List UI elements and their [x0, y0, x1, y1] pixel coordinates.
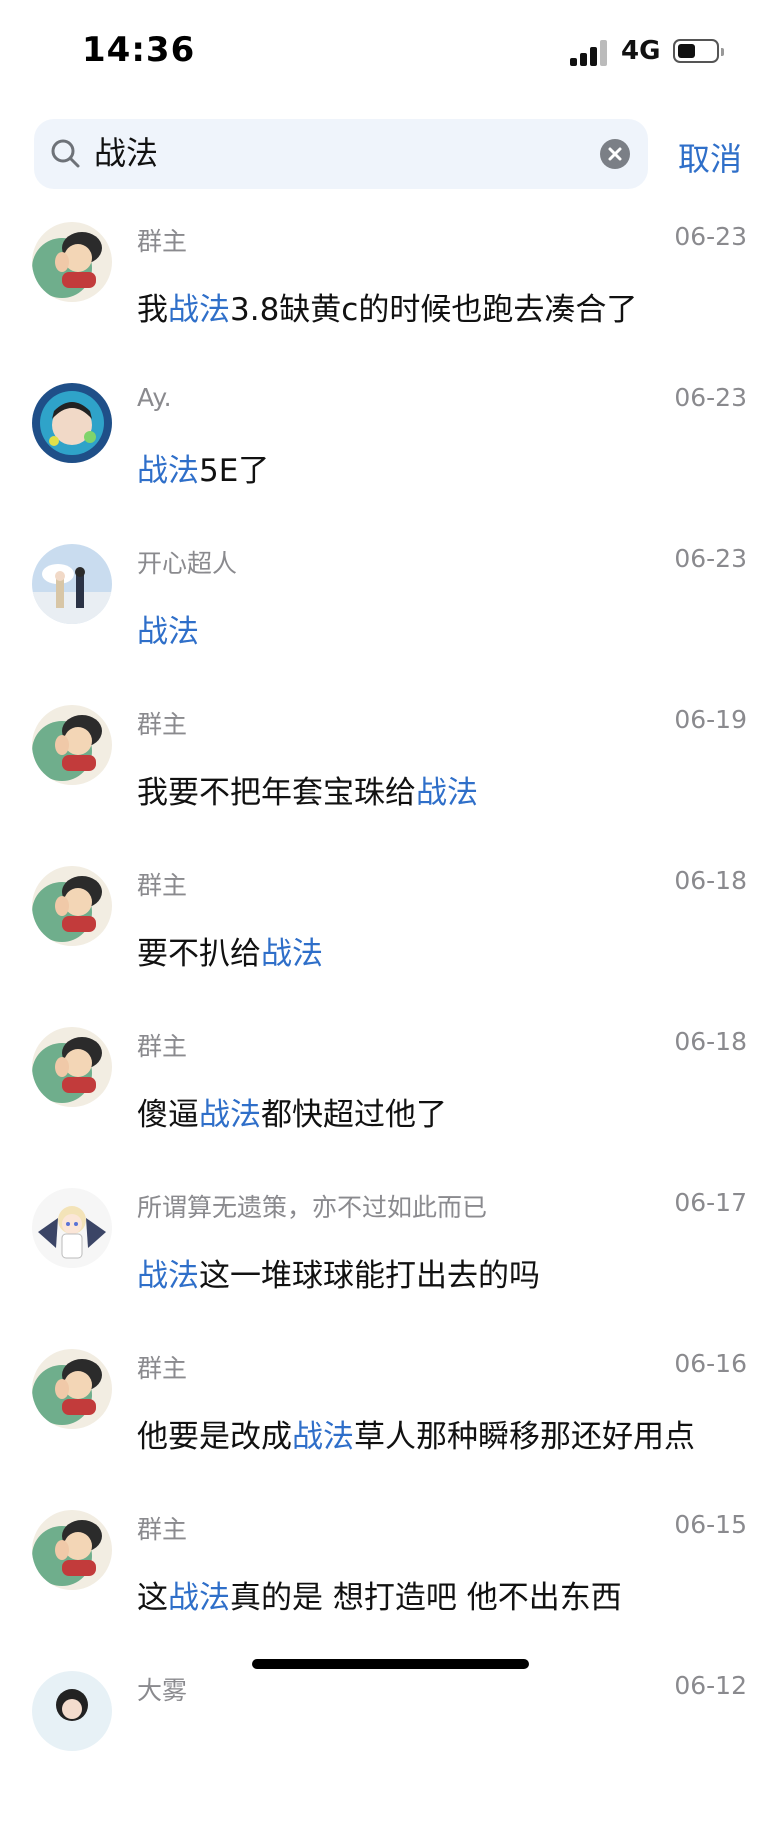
message-date: 06-15 [674, 1510, 747, 1539]
keyword-highlight: 战法 [292, 1419, 354, 1455]
message-text: 5E了 [199, 453, 270, 489]
message-preview: 我要不把年套宝珠给战法 [137, 767, 478, 812]
message-text: 我要不把年套宝珠给 [137, 775, 416, 811]
sender-name: 所谓算无遗策，亦不过如此而已 [137, 1193, 488, 1222]
keyword-highlight: 战法 [416, 775, 478, 811]
sender-name: Ay. [137, 383, 172, 412]
message-date: 06-23 [674, 383, 747, 412]
message-date: 06-19 [674, 705, 747, 734]
search-input[interactable]: 战法 [34, 119, 648, 189]
sender-name: 群主 [137, 710, 188, 739]
sender-name: 群主 [137, 871, 188, 900]
message-date: 06-16 [674, 1349, 747, 1378]
search-result-row[interactable]: 群主 06-18 要不扒给战法 [0, 866, 780, 1027]
battery-icon [673, 39, 724, 63]
keyword-highlight: 战法 [199, 1097, 261, 1133]
message-text: 他要是改成 [137, 1419, 292, 1455]
sender-name: 群主 [137, 227, 188, 256]
avatar[interactable] [32, 866, 112, 946]
avatar[interactable] [32, 1671, 112, 1751]
search-result-row[interactable]: 开心超人 06-23 战法 [0, 544, 780, 705]
search-result-row[interactable]: 大雾 06-12 [0, 1671, 780, 1832]
message-date: 06-23 [674, 222, 747, 251]
home-indicator[interactable] [252, 1659, 529, 1669]
message-text: 我 [137, 292, 168, 328]
message-preview: 战法这一堆球球能打出去的吗 [137, 1250, 540, 1295]
keyword-highlight: 战法 [137, 614, 199, 650]
avatar[interactable] [32, 1027, 112, 1107]
search-result-row[interactable]: 群主 06-15 这战法真的是 想打造吧 他不出东西 [0, 1510, 780, 1671]
avatar[interactable] [32, 1349, 112, 1429]
message-text: 这一堆球球能打出去的吗 [199, 1258, 540, 1294]
message-date: 06-18 [674, 866, 747, 895]
signal-icon [570, 40, 610, 66]
avatar[interactable] [32, 1510, 112, 1590]
sender-name: 大雾 [137, 1676, 188, 1705]
status-bar: 14:36 4G [0, 0, 780, 100]
avatar[interactable] [32, 1188, 112, 1268]
sender-name: 群主 [137, 1515, 188, 1544]
search-result-row[interactable]: 群主 06-23 我战法3.8缺黄c的时候也跑去凑合了 [0, 222, 780, 383]
message-text: 草人那种瞬移那还好用点 [354, 1419, 695, 1455]
keyword-highlight: 战法 [261, 936, 323, 972]
avatar[interactable] [32, 544, 112, 624]
message-date: 06-23 [674, 544, 747, 573]
sender-name: 开心超人 [137, 549, 238, 578]
keyword-highlight: 战法 [137, 1258, 199, 1294]
message-date: 06-12 [674, 1671, 747, 1700]
avatar[interactable] [32, 383, 112, 463]
message-preview: 要不扒给战法 [137, 928, 323, 973]
message-preview: 我战法3.8缺黄c的时候也跑去凑合了 [137, 284, 637, 329]
message-text: 3.8缺黄c的时候也跑去凑合了 [230, 292, 638, 328]
network-label: 4G [621, 36, 661, 66]
message-text: 都快超过他了 [261, 1097, 447, 1133]
search-result-row[interactable]: 群主 06-18 傻逼战法都快超过他了 [0, 1027, 780, 1188]
keyword-highlight: 战法 [137, 453, 199, 489]
search-result-row[interactable]: 群主 06-19 我要不把年套宝珠给战法 [0, 705, 780, 866]
cancel-button[interactable]: 取消 [678, 134, 742, 180]
avatar[interactable] [32, 705, 112, 785]
message-text: 傻逼 [137, 1097, 199, 1133]
sender-name: 群主 [137, 1354, 188, 1383]
keyword-highlight: 战法 [168, 292, 230, 328]
search-result-row[interactable]: 群主 06-16 他要是改成战法草人那种瞬移那还好用点 [0, 1349, 780, 1510]
search-query: 战法 [94, 134, 159, 172]
search-results-list: 群主 06-23 我战法3.8缺黄c的时候也跑去凑合了 Ay. 06-23 战法5E了 开心… [0, 222, 780, 1832]
message-preview: 战法 [137, 606, 199, 651]
search-icon [51, 139, 80, 168]
avatar[interactable] [32, 222, 112, 302]
message-text: 这 [137, 1580, 168, 1616]
message-text: 要不扒给 [137, 936, 261, 972]
clear-icon[interactable] [600, 139, 630, 169]
keyword-highlight: 战法 [168, 1580, 230, 1616]
sender-name: 群主 [137, 1032, 188, 1061]
status-time: 14:36 [82, 30, 196, 70]
message-date: 06-18 [674, 1027, 747, 1056]
message-preview: 傻逼战法都快超过他了 [137, 1089, 447, 1134]
message-preview: 战法5E了 [137, 445, 269, 490]
message-preview: 这战法真的是 想打造吧 他不出东西 [137, 1572, 622, 1617]
message-date: 06-17 [674, 1188, 747, 1217]
message-text: 真的是 想打造吧 他不出东西 [230, 1580, 622, 1616]
search-result-row[interactable]: 所谓算无遗策，亦不过如此而已 06-17 战法这一堆球球能打出去的吗 [0, 1188, 780, 1349]
search-result-row[interactable]: Ay. 06-23 战法5E了 [0, 383, 780, 544]
message-preview: 他要是改成战法草人那种瞬移那还好用点 [137, 1411, 695, 1456]
